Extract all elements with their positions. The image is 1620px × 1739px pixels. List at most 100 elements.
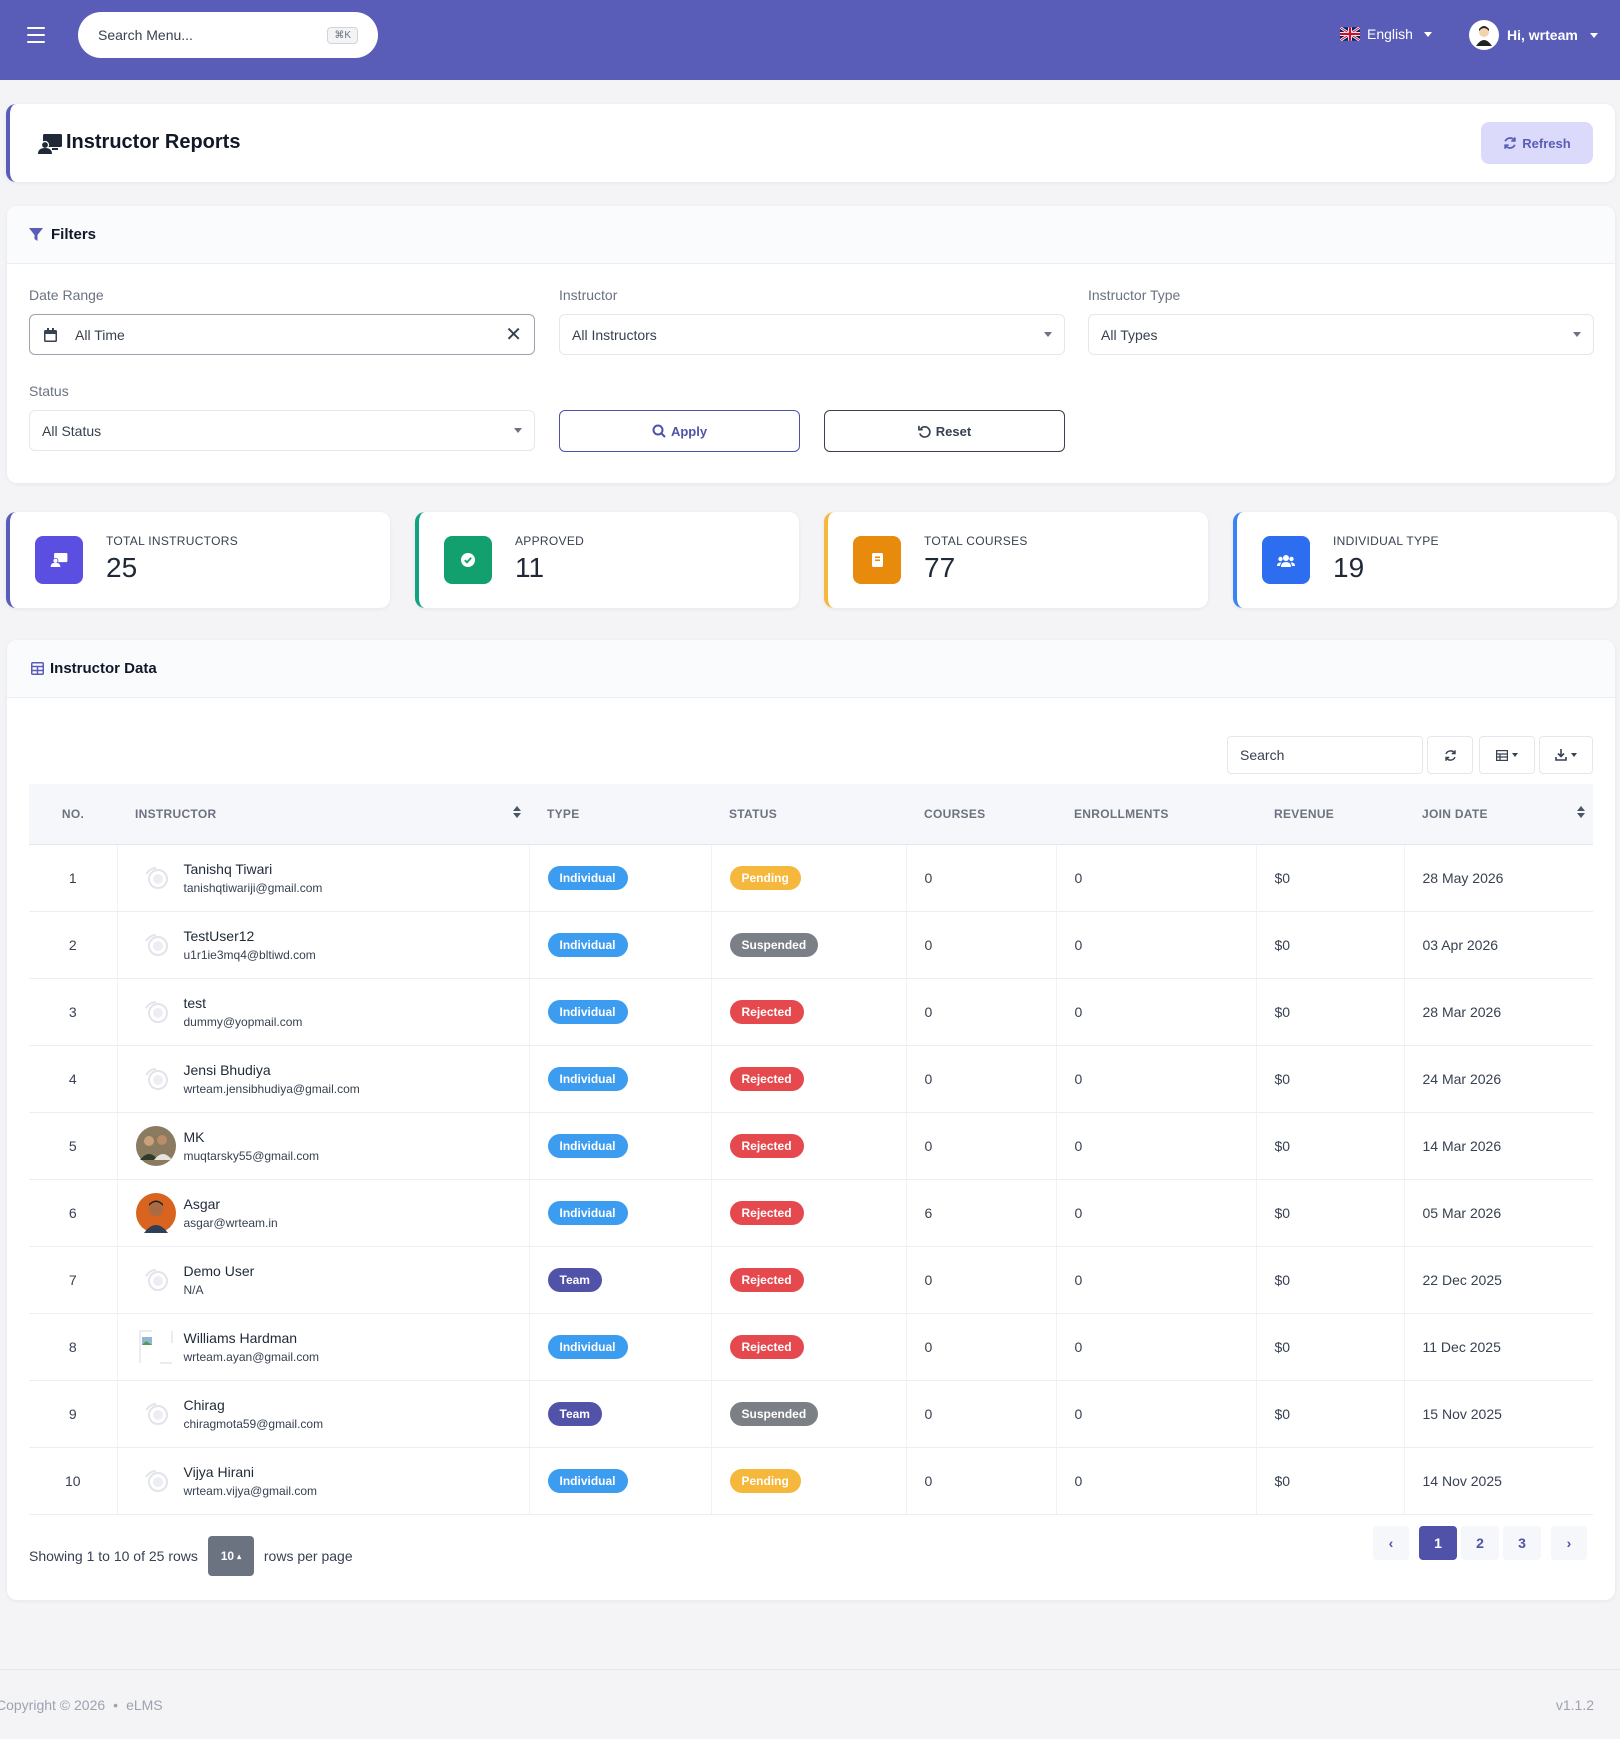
table-row[interactable]: 5 MK muqtarsky55@gmail.com Individual Reject… [29,1112,1593,1180]
join-date-cell: 11 Dec 2025 [1404,1313,1593,1381]
instructor-select[interactable]: All Instructors [559,314,1065,355]
page-button-3[interactable]: 3 [1503,1526,1541,1560]
table-row[interactable]: 2 TestUser12 u1r1ie3mq4@bltiwd.com Individu… [29,911,1593,979]
table-row[interactable]: 1 Tanishq Tiwari tanishqtiwariji@gmail.com… [29,844,1593,912]
column-header-status: STATUS [711,784,906,845]
instructor-avatar [136,992,176,1032]
courses-cell: 0 [906,911,1057,979]
table-refresh-button[interactable] [1427,736,1473,774]
stat-value: 19 [1333,552,1365,583]
page-footer: Copyright © 2026 • eLMS v1.1.2 [0,1669,1620,1739]
join-date-cell: 28 May 2026 [1404,844,1593,912]
instructor-cell: Asgar asgar@wrteam.in [117,1179,530,1247]
filters-title: Filters [51,226,97,243]
users-icon [1262,536,1310,584]
refresh-button[interactable]: Refresh [1481,122,1593,164]
footer-separator: • [113,1696,119,1713]
stat-value: 25 [106,552,138,583]
status-cell: Suspended [711,1380,907,1448]
table-row[interactable]: 9 Chirag chiragmota59@gmail.com Team Suspend… [29,1380,1593,1448]
filters-card: Filters Date Range All Time ✕ Instructor… [7,206,1615,483]
instructor-name: Chirag [183,1396,225,1413]
reset-button[interactable]: Reset [824,410,1065,452]
courses-cell: 0 [906,1045,1057,1113]
instructor-email: asgar@wrteam.in [183,1215,278,1230]
instructor-table: NO. INSTRUCTOR TYPE STATUS COURSES ENROL… [29,784,1593,1515]
courses-cell: 0 [906,1447,1057,1515]
table-row[interactable]: 10 Vijya Hirani wrteam.vijya@gmail.com Indi… [29,1447,1593,1515]
status-badge: Rejected [729,1200,804,1225]
revenue-cell: $0 [1256,1246,1405,1314]
page-header-card: Instructor Reports Refresh [6,104,1615,182]
undo-icon [917,425,931,438]
instructor-info: Tanishq Tiwari tanishqtiwariji@gmail.com [136,858,529,898]
columns-toggle-button[interactable] [1479,736,1535,774]
type-cell: Team [529,1380,712,1448]
search-shortcut-badge: ⌘K [327,26,358,44]
download-icon [1555,749,1567,761]
status-badge: Rejected [729,1133,804,1158]
stat-label: TOTAL COURSES [924,534,1028,548]
revenue-cell: $0 [1256,911,1405,979]
table-search-placeholder: Search [1240,747,1285,763]
filters-header: Filters [7,206,1615,264]
instructor-cell: Tanishq Tiwari tanishqtiwariji@gmail.com [117,844,530,912]
instructor-email: N/A [183,1282,204,1297]
enrollments-cell: 0 [1056,911,1257,979]
column-header-join-date[interactable]: JOIN DATE [1404,784,1593,845]
instructor-avatar [136,1461,176,1501]
clear-date-icon[interactable]: ✕ [505,325,522,345]
instructor-cell: Demo User N/A [117,1246,530,1314]
instructor-name: Demo User [183,1262,255,1279]
table-search-input[interactable]: Search [1227,736,1423,774]
courses-cell: 0 [906,844,1057,912]
book-icon [853,536,901,584]
enrollments-cell: 0 [1056,978,1257,1046]
table-row[interactable]: 6 Asgar asgar@wrteam.in Individual Rejected 6… [29,1179,1593,1247]
type-cell: Team [529,1246,712,1314]
page-size-value: 10 [220,1549,235,1563]
status-badge: Pending [729,865,801,890]
status-select[interactable]: All Status [29,410,535,451]
filter-icon [29,227,43,241]
table-row[interactable]: 7 Demo User N/A Team Rejected 0 0 $0 22 Dec 2025 [29,1246,1593,1314]
menu-icon[interactable] [27,27,45,43]
prev-page-button[interactable]: ‹ [1373,1526,1409,1560]
refresh-icon [1504,137,1516,149]
column-header-instructor[interactable]: INSTRUCTOR [117,784,529,845]
join-date-cell: 14 Mar 2026 [1404,1112,1593,1180]
type-cell: Individual [529,1313,712,1381]
user-avatar-icon [1476,26,1492,46]
language-selector[interactable]: English [1340,23,1432,45]
apply-button[interactable]: Apply [559,410,800,452]
instructor-avatar [136,1059,176,1099]
instructor-type-select[interactable]: All Types [1088,314,1594,355]
row-number: 6 [29,1179,118,1247]
join-date-cell: 14 Nov 2025 [1404,1447,1593,1515]
export-button[interactable] [1539,736,1593,774]
user-menu[interactable]: Hi, wrteam [1469,19,1598,51]
row-number: 9 [29,1380,118,1448]
date-range-field[interactable]: All Time ✕ [29,314,535,355]
instructor-email: wrteam.ayan@gmail.com [183,1349,320,1364]
stat-card-total-instructors: TOTAL INSTRUCTORS 25 [6,512,390,608]
page-button-1[interactable]: 1 [1419,1526,1457,1560]
column-header-type: TYPE [529,784,711,845]
table-row[interactable]: 8 Williams Hardman wrteam.ayan@gmail.com In… [29,1313,1593,1381]
page-size-select[interactable]: 10 ▴ [207,1536,254,1576]
instructor-text: Williams Hardman wrteam.ayan@gmail.com [184,1330,320,1364]
instructor-text: Chirag chiragmota59@gmail.com [184,1397,324,1431]
table-row[interactable]: 3 test dummy@yopmail.com Individual Rejected… [29,978,1593,1046]
date-range-label: Date Range [29,287,104,303]
chevron-down-icon [1044,332,1052,337]
type-badge: Individual [547,1334,628,1359]
page-button-2[interactable]: 2 [1461,1526,1499,1560]
menu-search-input[interactable]: Search Menu... ⌘K [78,12,378,58]
revenue-cell: $0 [1256,844,1405,912]
instructor-cell: MK muqtarsky55@gmail.com [117,1112,530,1180]
table-row[interactable]: 4 Jensi Bhudiya wrteam.jensibhudiya@gmail.… [29,1045,1593,1113]
next-page-button[interactable]: › [1551,1526,1587,1560]
chevron-down-icon [1589,32,1598,38]
row-number: 7 [29,1246,118,1314]
instructor-email: wrteam.jensibhudiya@gmail.com [183,1081,360,1096]
